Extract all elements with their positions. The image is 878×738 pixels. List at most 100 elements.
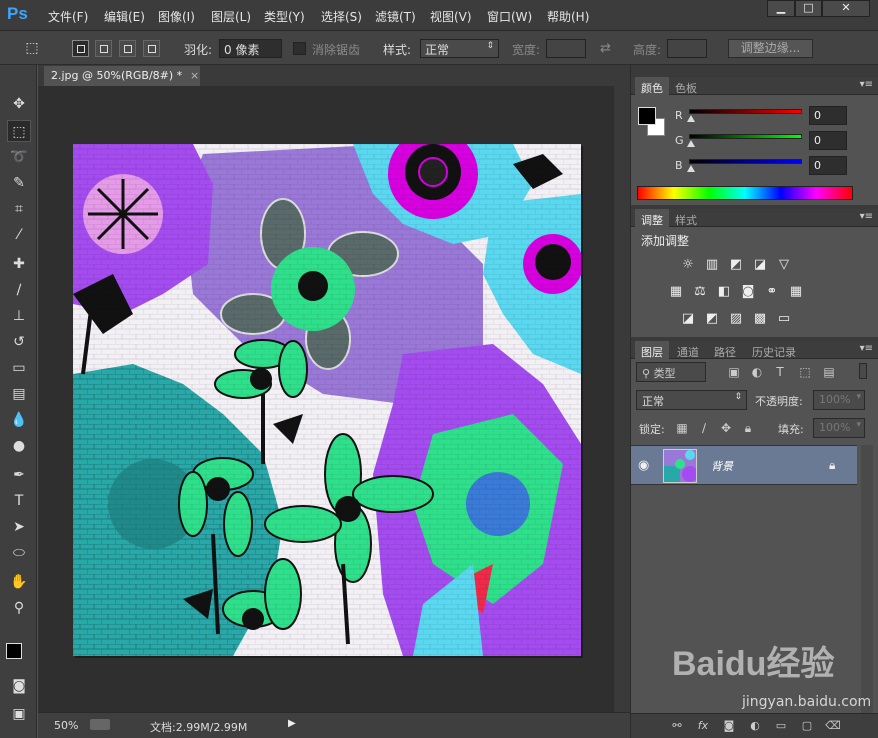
eye-icon[interactable]: ◉ [638,458,649,473]
brush-tool-icon[interactable]: ∕ [7,279,31,301]
filter-toggle[interactable] [859,363,867,379]
vertical-scrollbar[interactable] [614,86,630,712]
menu-window[interactable]: 窗口(W) [487,8,532,25]
foreground-color-swatch[interactable] [6,643,22,659]
red-value-input[interactable]: 0 [809,106,847,125]
threshold-icon[interactable]: ▨ [727,311,745,327]
document-tab[interactable]: 2.jpg @ 50%(RGB/8#) * × [44,66,200,86]
close-tab-icon[interactable]: × [190,69,199,82]
menu-help[interactable]: 帮助(H) [547,8,589,25]
new-selection-icon[interactable] [72,40,89,57]
levels-icon[interactable]: ▥ [703,257,721,273]
eraser-tool-icon[interactable]: ▭ [7,357,31,379]
green-slider[interactable] [689,134,802,139]
tab-styles[interactable]: 样式 [669,209,703,227]
menu-file[interactable]: 文件(F) [48,8,88,25]
status-menu-arrow-icon[interactable]: ▶ [288,718,296,729]
color-spectrum-bar[interactable] [637,186,853,200]
posterize-icon[interactable]: ◩ [703,311,721,327]
marquee-tool-icon[interactable]: ⬚ [7,120,31,142]
eyedropper-tool-icon[interactable]: ⁄ [7,224,31,246]
link-layers-icon[interactable]: ⚯ [669,719,685,733]
blend-mode-select[interactable]: 正常 ⇕ [636,390,747,410]
marquee-preset-icon[interactable]: ⬚ [20,37,44,59]
blue-slider-thumb[interactable] [687,165,695,172]
layer-row-background[interactable]: ◉ 背景 🔒︎ [631,445,857,485]
gradient-tool-icon[interactable]: ▤ [7,383,31,405]
tab-layers[interactable]: 图层 [635,341,669,359]
healing-brush-icon[interactable]: ✚ [7,253,31,275]
vibrance-icon[interactable]: ▽ [775,257,793,273]
red-slider-thumb[interactable] [687,115,695,122]
layers-scrollbar[interactable] [861,445,873,713]
type-tool-icon[interactable]: T [7,490,31,512]
lock-transparent-icon[interactable]: ▦ [675,421,689,435]
style-select[interactable]: 正常 ⇕ [420,39,499,58]
layer-name[interactable]: 背景 [711,458,733,474]
screen-mode-icon[interactable]: ▣ [7,703,31,725]
curves-icon[interactable]: ◩ [727,257,745,273]
filter-shape-icon[interactable]: ⬚ [798,365,812,379]
green-slider-thumb[interactable] [687,140,695,147]
dodge-tool-icon[interactable]: ● [7,435,31,457]
lock-pixels-icon[interactable]: ∕ [697,421,711,435]
menu-layer[interactable]: 图层(L) [211,8,251,25]
lock-position-icon[interactable]: ✥ [719,421,733,435]
lasso-tool-icon[interactable]: ➰ [7,146,31,168]
width-input[interactable] [546,39,586,58]
stamp-tool-icon[interactable]: ⊥ [7,305,31,327]
panel-menu-icon[interactable]: ▾≡ [860,211,873,222]
invert-icon[interactable]: ◪ [679,311,697,327]
photo-filter-icon[interactable]: ◙ [739,284,757,300]
menu-edit[interactable]: 编辑(E) [104,8,145,25]
close-button[interactable]: ✕ [822,0,870,17]
red-slider[interactable] [689,109,802,114]
minimize-button[interactable]: ▁ [767,0,795,17]
black-white-icon[interactable]: ◧ [715,284,733,300]
height-input[interactable] [667,39,707,58]
fill-input[interactable]: 100% ▾ [813,418,865,438]
selective-color-icon[interactable]: ▭ [775,311,793,327]
adjustment-layer-icon[interactable]: ◐ [747,719,763,733]
zoom-level[interactable]: 50% [54,719,78,732]
delete-layer-icon[interactable]: ⌫ [825,719,841,733]
add-selection-icon[interactable] [95,40,112,57]
filter-pixel-icon[interactable]: ▣ [727,365,741,379]
menu-select[interactable]: 选择(S) [321,8,362,25]
menu-type[interactable]: 类型(Y) [264,8,305,25]
panel-menu-icon[interactable]: ▾≡ [860,343,873,354]
exposure-icon[interactable]: ◪ [751,257,769,273]
opacity-input[interactable]: 100% ▾ [813,390,865,410]
quick-mask-icon[interactable]: ◙ [7,675,31,697]
move-tool-icon[interactable]: ✥ [7,93,31,115]
filter-type-icon[interactable]: T [773,365,787,379]
refine-edge-button[interactable]: 调整边缘... [728,39,813,58]
green-value-input[interactable]: 0 [809,131,847,150]
color-foreground-swatch[interactable] [638,107,656,125]
tab-color[interactable]: 颜色 [635,77,669,95]
color-lookup-icon[interactable]: ▦ [787,284,805,300]
menu-filter[interactable]: 滤镜(T) [375,8,416,25]
lock-all-icon[interactable]: 🔒︎ [741,421,755,435]
antialias-checkbox[interactable] [293,42,306,55]
crop-tool-icon[interactable]: ⌗ [7,198,31,220]
intersect-selection-icon[interactable] [143,40,160,57]
panel-collapse-strip[interactable] [631,65,878,77]
flower-artwork-image[interactable] [73,144,581,656]
tab-swatches[interactable]: 色板 [669,77,703,95]
tab-history[interactable]: 历史记录 [746,341,802,359]
menu-image[interactable]: 图像(I) [158,8,195,25]
blue-value-input[interactable]: 0 [809,156,847,175]
feather-input[interactable]: 0 像素 [219,39,282,58]
maximize-button[interactable]: □ [795,0,822,17]
panel-menu-icon[interactable]: ▾≡ [860,79,873,90]
layer-style-icon[interactable]: fx [695,719,711,733]
menu-view[interactable]: 视图(V) [430,8,472,25]
color-balance-icon[interactable]: ⚖ [691,284,709,300]
ellipse-tool-icon[interactable]: ⬭ [7,542,31,564]
zoom-tool-icon[interactable]: ⚲ [7,597,31,619]
history-brush-icon[interactable]: ↺ [7,331,31,353]
tab-paths[interactable]: 路径 [708,341,742,359]
filter-smart-icon[interactable]: ▤ [822,365,836,379]
gradient-map-icon[interactable]: ▩ [751,311,769,327]
